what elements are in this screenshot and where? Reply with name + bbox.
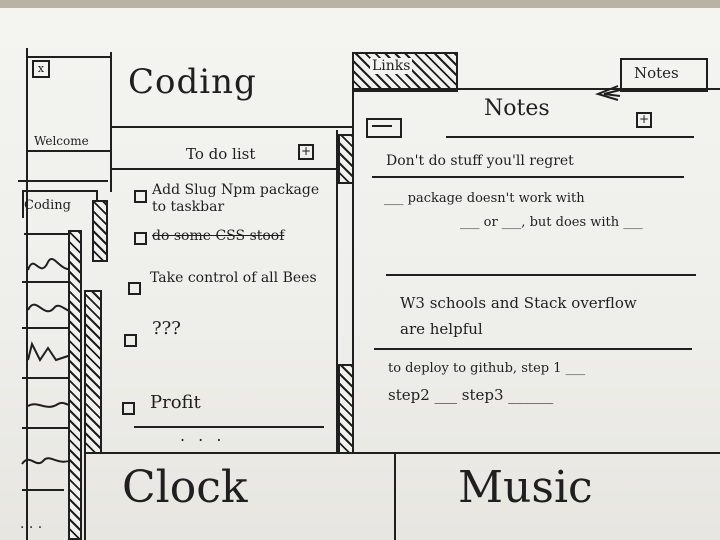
clock-left-border (84, 452, 86, 540)
add-note-icon[interactable]: + (636, 112, 652, 128)
note-entry[interactable]: ___ or ___, but does with ___ (460, 214, 643, 232)
frame-top-border (26, 56, 112, 58)
todo-item-text: Profit (150, 392, 201, 413)
note-divider (386, 274, 696, 276)
clock-music-divider (394, 452, 396, 540)
note-entry[interactable]: to deploy to github, step 1 ___ (388, 360, 585, 378)
notes-panel-title: Notes (484, 96, 550, 121)
todo-more-indicator[interactable]: . . . (180, 426, 225, 445)
tab-notes-label: Notes (634, 64, 679, 82)
notes-title-underline (446, 136, 694, 138)
minus-icon (372, 125, 392, 127)
todo-title-underline (112, 168, 338, 170)
arrow-left-icon (594, 85, 621, 101)
todo-scrollbar-top[interactable] (338, 134, 354, 184)
widgets-top-border (86, 452, 720, 454)
todo-checkbox[interactable] (134, 190, 147, 203)
collapse-button[interactable] (366, 118, 402, 138)
todo-checkbox[interactable] (124, 334, 137, 347)
todo-item-text: do some CSS stoof (152, 228, 285, 244)
sidebar-scrollbar[interactable] (68, 230, 82, 540)
sidebar-lower-scrollbar[interactable] (84, 290, 102, 454)
note-entry[interactable]: ___ package doesn't work with (384, 190, 585, 208)
welcome-label[interactable]: Welcome (34, 134, 89, 148)
todo-item-text: Add Slug Npm package to taskbar (152, 182, 320, 215)
coding-header-divider (110, 126, 352, 128)
note-entry[interactable]: Don't do stuff you'll regret (386, 152, 574, 170)
tab-bar-bottom-line (352, 88, 720, 90)
sidebar-more-dots: · · · (20, 520, 42, 536)
nav-top-line (18, 180, 108, 182)
todo-scrollbar-bottom[interactable] (338, 364, 354, 454)
clock-widget[interactable]: Clock (122, 462, 248, 513)
note-entry[interactable]: are helpful (400, 320, 483, 338)
note-entry[interactable]: W3 schools and Stack overflow (400, 294, 637, 312)
music-widget[interactable]: Music (458, 462, 593, 513)
todo-checkbox[interactable] (128, 282, 141, 295)
sidebar-divider (110, 52, 112, 192)
add-todo-icon[interactable]: + (298, 144, 314, 160)
note-entry[interactable]: step2 ___ step3 ______ (388, 386, 553, 404)
sidebar-item-scribble (21, 457, 73, 465)
todo-list-title: To do list (186, 145, 256, 163)
todo-checkbox[interactable] (122, 402, 135, 415)
note-divider (372, 176, 684, 178)
note-divider (374, 348, 692, 350)
todo-item-text: Take control of all Bees (150, 270, 317, 286)
coding-panel-title: Coding (128, 62, 257, 102)
todo-item-text: ??? (152, 318, 181, 339)
sidebar-item-label: Coding (24, 198, 71, 213)
sidebar-inner-scrollbar[interactable] (92, 200, 108, 262)
welcome-divider (26, 150, 112, 152)
todo-checkbox[interactable] (134, 232, 147, 245)
todo-bottom-line (134, 426, 324, 428)
tab-links-label: Links (370, 58, 413, 74)
close-icon[interactable]: x (32, 60, 50, 78)
